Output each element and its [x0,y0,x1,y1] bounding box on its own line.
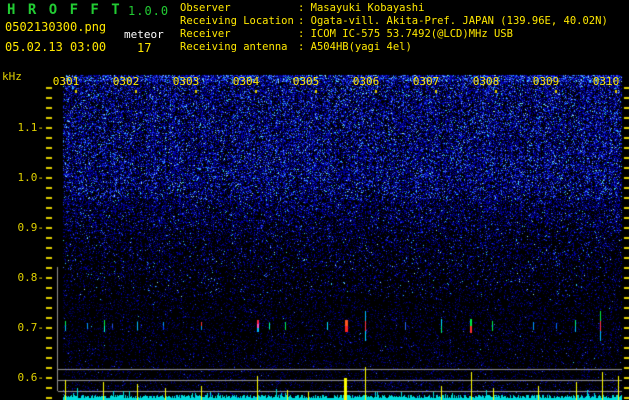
info-label: Receiving antenna [180,41,288,53]
info-value: Masayuki Kobayashi [310,2,425,14]
freq-tick-label: 0.8 [0,271,44,284]
info-separator: : [298,41,311,53]
spectrogram-canvas [0,68,629,400]
meteor-count: 17 [137,41,152,55]
info-label: Receiver [180,28,231,40]
output-filename: 0502130300.png [5,20,107,34]
info-label: Receiving Location [180,15,294,27]
info-value: Ogata-vill. Akita-Pref. JAPAN (139.96E, … [310,15,608,27]
hrofft-screen: { "header": { "title": "H R O F F T", "v… [0,0,629,400]
time-label: 0308 [472,75,500,88]
app-title: H R O F F T [7,2,122,18]
info-row: Observer: Masayuki Kobayashi [180,2,608,15]
time-label: 0307 [412,75,440,88]
freq-tick-label: 0.6 [0,371,44,384]
observation-datetime: 05.02.13 03:00 [5,40,107,54]
time-label: 0303 [172,75,200,88]
station-info: Observer: Masayuki Kobayashi Receiving L… [180,2,608,54]
app-version: 1.0.0 [128,4,170,18]
mode-label: meteor [124,28,164,41]
info-separator: : [298,15,311,27]
info-row: Receiving antenna: A504HB(yagi 4el) [180,41,608,54]
info-separator: : [298,28,311,40]
time-label: 0309 [532,75,560,88]
info-value: A504HB(yagi 4el) [310,41,412,53]
time-label: 0310 [592,75,620,88]
time-label: 0305 [292,75,320,88]
info-label: Observer [180,2,231,14]
info-separator: : [298,2,311,14]
freq-tick-label: 1.0 [0,171,44,184]
time-label: 0304 [232,75,260,88]
freq-tick-label: 0.9 [0,221,44,234]
info-row: Receiving Location: Ogata-vill. Akita-Pr… [180,15,608,28]
time-label: 0302 [112,75,140,88]
info-row: Receiver: ICOM IC-575 53.7492(@LCD)MHz U… [180,28,608,41]
freq-tick-label: 1.1 [0,121,44,134]
freq-tick-label: 0.7 [0,321,44,334]
time-label: 0301 [52,75,80,88]
frequency-axis-unit: kHz [2,70,22,83]
info-value: ICOM IC-575 53.7492(@LCD)MHz USB [310,28,513,40]
time-label: 0306 [352,75,380,88]
